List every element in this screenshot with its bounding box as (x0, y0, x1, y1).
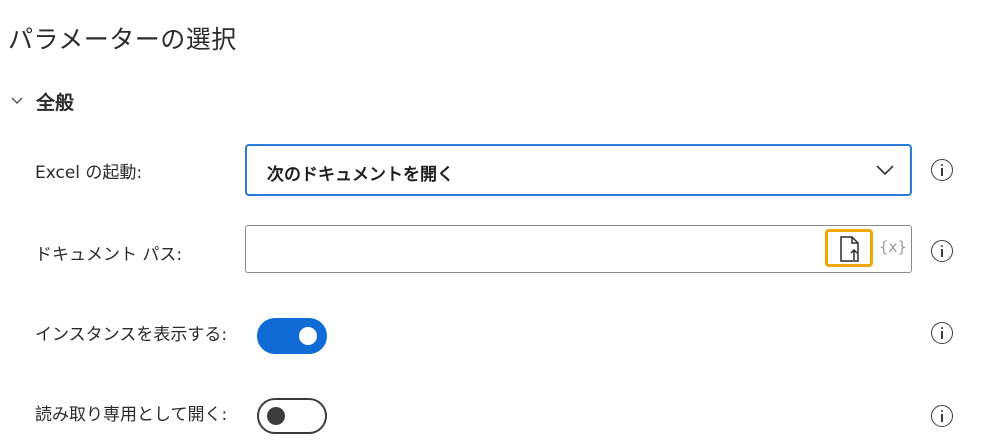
read-only-label: 読み取り専用として開く: (35, 405, 228, 425)
chevron-down-icon (876, 165, 894, 176)
show-instance-toggle[interactable] (257, 318, 327, 354)
document-path-label: ドキュメント パス: (35, 245, 183, 265)
section-general-label: 全般 (36, 91, 75, 114)
launch-excel-label: Excel の起動: (35, 163, 143, 183)
parameter-panel: パラメーターの選択 全般 Excel の起動: 次のドキュメントを開く ドキュメ… (0, 0, 1000, 440)
launch-excel-dropdown[interactable]: 次のドキュメントを開く (245, 144, 912, 196)
info-icon[interactable] (931, 159, 953, 181)
section-general-header[interactable]: 全般 (10, 86, 74, 116)
show-instance-label: インスタンスを表示する: (35, 325, 228, 345)
info-icon[interactable] (931, 405, 953, 427)
insert-variable-button[interactable]: {x} (879, 238, 907, 256)
chevron-down-icon (11, 97, 23, 104)
file-select-icon (840, 236, 859, 262)
read-only-toggle[interactable] (257, 398, 327, 434)
toggle-knob (267, 407, 285, 425)
launch-excel-value: 次のドキュメントを開く (267, 165, 454, 185)
select-file-button[interactable] (825, 229, 873, 267)
document-path-input[interactable]: {x} (245, 225, 912, 273)
info-icon[interactable] (931, 240, 953, 262)
toggle-knob (299, 327, 317, 345)
info-icon[interactable] (931, 322, 953, 344)
page-title: パラメーターの選択 (8, 25, 237, 54)
